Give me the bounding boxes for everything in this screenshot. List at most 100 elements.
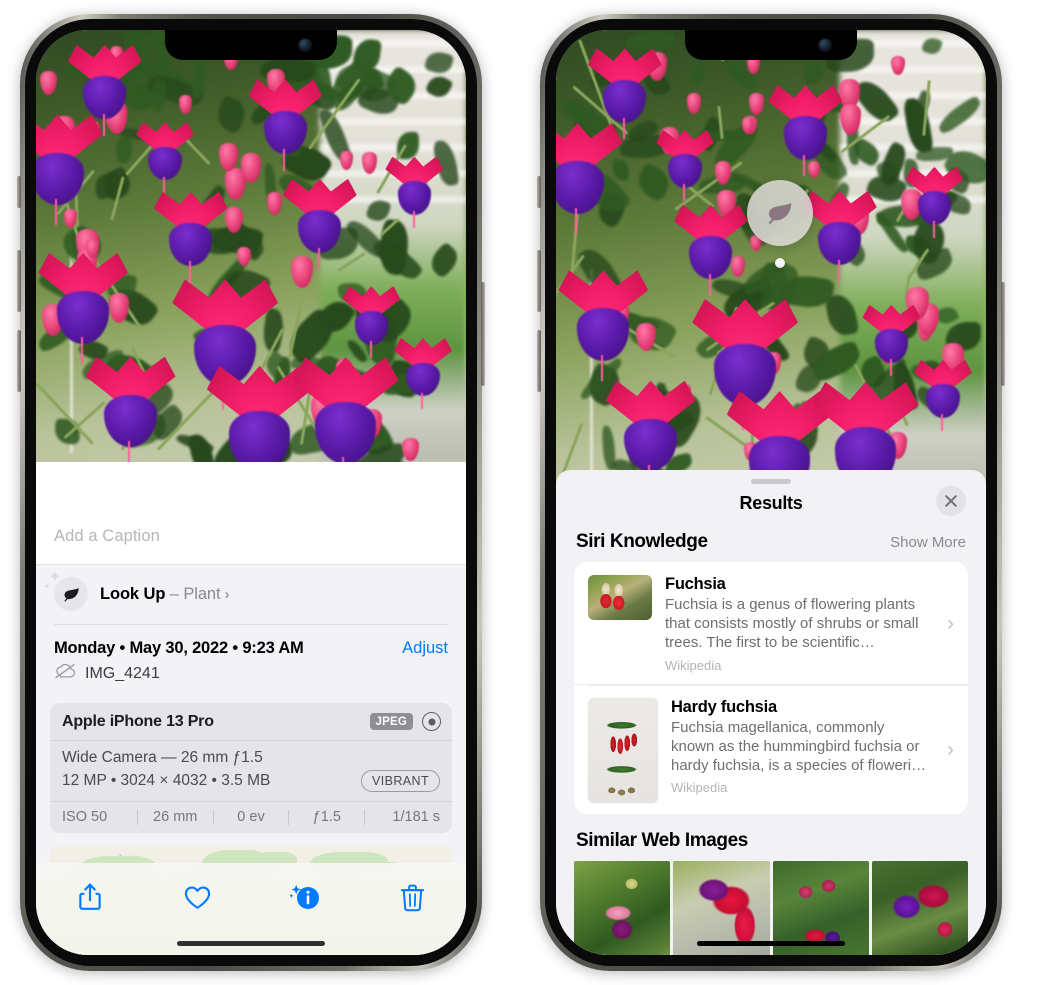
photo-flower-corolla <box>577 308 630 361</box>
photo-flower-stamen <box>941 414 944 432</box>
photo-viewer[interactable] <box>556 30 986 490</box>
photo-flower-stamen <box>102 114 105 136</box>
divider <box>588 684 968 686</box>
mute-switch[interactable] <box>17 176 21 208</box>
photo-foliage <box>212 94 250 135</box>
photo-flower-stamen <box>600 354 603 382</box>
info-button[interactable] <box>281 875 329 919</box>
photo-flower-corolla <box>874 329 909 364</box>
screen-left: Add a Caption ✦ ✦ Look Up – Plant › Mond… <box>36 30 466 955</box>
mute-switch[interactable] <box>537 176 541 208</box>
power-button[interactable] <box>481 282 485 386</box>
similar-web-images-header: Similar Web Images <box>556 814 986 859</box>
photo-flower <box>914 359 972 432</box>
volume-down-button[interactable] <box>537 330 541 392</box>
icloud-slash-icon <box>54 663 76 684</box>
photo-flower-stamen <box>622 117 625 140</box>
look-up-title: Look Up <box>100 584 166 603</box>
delete-button[interactable] <box>388 875 436 919</box>
photo-flower <box>749 92 765 115</box>
image-specs: 12 MP • 3024 × 4032 • 3.5 MB <box>62 772 271 789</box>
knowledge-result-row[interactable]: Hardy fuchsia Fuchsia magellanica, commo… <box>574 683 968 814</box>
photo-flower-stamen <box>889 359 892 377</box>
photo-date: Monday • May 30, 2022 • 9:23 AM <box>54 639 304 657</box>
result-source: Wikipedia <box>665 657 722 673</box>
photo-flower-corolla <box>83 76 127 120</box>
photo-flower-stamen <box>708 274 711 296</box>
iphone-device-left: Add a Caption ✦ ✦ Look Up – Plant › Mond… <box>17 14 485 971</box>
result-description: Fuchsia magellanica, commonly known as t… <box>671 718 927 774</box>
photographic-style-badge: VIBRANT <box>361 770 440 792</box>
photo-viewer[interactable] <box>36 30 466 462</box>
adjust-button[interactable]: Adjust <box>402 639 448 658</box>
photo-flower-corolla <box>169 223 213 267</box>
photo-flower <box>802 190 877 282</box>
power-button[interactable] <box>1001 282 1005 386</box>
photo-flower-stamen <box>317 248 320 270</box>
web-image-thumbnail[interactable] <box>871 860 968 955</box>
photo-foliage <box>684 59 710 86</box>
photo-flower <box>656 129 714 202</box>
camera-card-header: Apple iPhone 13 Pro JPEG <box>50 703 452 741</box>
camera-card-body: Wide Camera — 26 mm ƒ1.5 12 MP • 3024 × … <box>50 741 452 802</box>
favorite-button[interactable] <box>173 875 221 919</box>
photo-flower <box>136 121 194 194</box>
exif-focal: 26 mm <box>153 809 198 825</box>
volume-up-button[interactable] <box>17 250 21 312</box>
photo-flower-corolla <box>926 384 960 419</box>
screenshot-canvas: Add a Caption ✦ ✦ Look Up – Plant › Mond… <box>0 0 1055 985</box>
photo-foliage <box>804 60 824 85</box>
lens-info: Wide Camera — 26 mm ƒ1.5 <box>62 749 263 766</box>
sparkle-icon-small: ✦ <box>43 581 51 591</box>
look-up-row[interactable]: ✦ ✦ Look Up – Plant › <box>36 565 466 624</box>
photo-flower-stamen <box>80 337 83 364</box>
knowledge-result-row[interactable]: Fuchsia Fuchsia is a genus of flowering … <box>574 562 968 684</box>
file-format-badge: JPEG <box>369 713 413 730</box>
volume-up-button[interactable] <box>537 250 541 312</box>
photo-flower <box>385 156 444 228</box>
home-indicator[interactable] <box>177 941 325 946</box>
photo-date-block: Monday • May 30, 2022 • 9:23 AM Adjust I… <box>36 625 466 694</box>
camera-metadata-card[interactable]: Apple iPhone 13 Pro JPEG Wide Camera — 2… <box>50 703 452 833</box>
result-thumbnail <box>588 575 652 620</box>
photo-flower-corolla <box>818 222 862 266</box>
caption-input[interactable]: Add a Caption <box>54 527 448 546</box>
photo-flower <box>768 85 843 177</box>
photo-flower-corolla <box>354 310 389 345</box>
photo-flower-corolla <box>314 402 377 462</box>
photo-flower <box>605 380 696 490</box>
photo-flower-corolla <box>689 236 733 280</box>
photo-flower-stamen <box>54 199 57 226</box>
photo-flower-stamen <box>683 184 686 202</box>
photo-flower-stamen <box>421 392 424 410</box>
web-image-thumbnail[interactable] <box>574 860 671 955</box>
result-source: Wikipedia <box>671 780 728 796</box>
exif-shutter: 1/181 s <box>392 809 440 825</box>
result-thumbnail <box>588 697 658 803</box>
home-indicator[interactable] <box>697 941 845 946</box>
close-button[interactable] <box>936 486 966 516</box>
notch <box>165 30 337 60</box>
look-up-dash: – <box>165 584 184 603</box>
photo-flower <box>237 247 251 267</box>
photo-flower <box>153 191 228 283</box>
caption-field-row[interactable]: Add a Caption <box>36 511 466 565</box>
photo-flower <box>862 304 921 377</box>
siri-knowledge-title: Siri Knowledge <box>576 531 708 552</box>
photo-flower-stamen <box>574 207 577 234</box>
photo-flower <box>38 252 129 364</box>
volume-down-button[interactable] <box>17 330 21 392</box>
photo-flower-corolla <box>556 161 604 214</box>
result-title: Fuchsia <box>665 575 726 593</box>
photo-flower <box>558 270 649 382</box>
photo-flower-corolla <box>104 394 157 448</box>
photo-flower <box>292 357 399 462</box>
photo-flower-stamen <box>803 154 806 177</box>
siri-knowledge-header: Siri Knowledge Show More <box>556 528 986 562</box>
photo-flower <box>67 44 142 136</box>
iphone-device-right: Results Siri Knowledge Show More Fuchsia… <box>537 14 1005 971</box>
show-more-button[interactable]: Show More <box>890 534 966 551</box>
visual-lookup-badge[interactable] <box>746 180 813 246</box>
photo-flower <box>40 71 57 95</box>
share-button[interactable] <box>66 875 114 919</box>
